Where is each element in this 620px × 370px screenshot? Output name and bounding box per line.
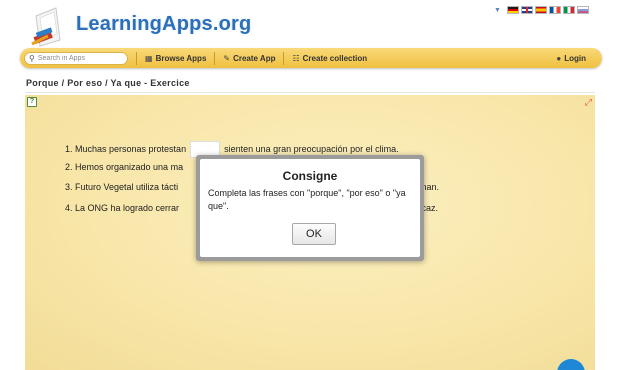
exercise-item-after: sienten una gran preocupación por el cli…	[224, 143, 399, 154]
search-box: ⚲	[24, 51, 128, 65]
logo-text: LearningApps.org	[76, 13, 252, 35]
chevron-down-icon[interactable]: ▼	[494, 7, 501, 14]
fullscreen-icon[interactable]: ⤢	[585, 97, 592, 108]
flag-fr-icon[interactable]	[548, 6, 561, 14]
ok-button[interactable]: OK	[292, 223, 336, 245]
create-app-label: Create App	[233, 53, 276, 63]
nav-divider	[136, 51, 137, 65]
flag-ru-icon[interactable]	[576, 6, 589, 14]
grid-icon: ▦	[145, 53, 153, 63]
page-title: Porque / Por eso / Ya que - Exercice	[26, 78, 190, 88]
language-switcher: ▼	[494, 6, 589, 14]
create-collection-label: Create collection	[302, 53, 368, 63]
help-icon[interactable]: ?	[27, 97, 37, 107]
exercise-item-before: 3. Futuro Vegetal utiliza tácti	[65, 182, 179, 192]
flag-en-icon[interactable]	[520, 6, 533, 14]
exercise-item: 2. Hemos organizado una ma .	[65, 162, 425, 172]
exercise-item-before: 2. Hemos organizado una ma	[65, 162, 184, 172]
navbar: ⚲ ▦ Browse Apps ✎ Create App ☷ Create co…	[20, 48, 602, 68]
nav-divider	[214, 51, 216, 65]
title-divider	[25, 92, 595, 93]
exercise-item: 3. Futuro Vegetal utiliza tácti ncionan.	[65, 182, 439, 192]
search-icon[interactable]: ⚲	[29, 54, 35, 63]
browse-apps-link[interactable]: ▦ Browse Apps	[145, 54, 206, 63]
login-link[interactable]: ● Login	[556, 54, 586, 63]
exercise-item-before: 1. Muchas personas protestan	[65, 143, 187, 154]
exercise-item: 4. La ONG ha logrado cerrar eficaz.	[65, 203, 438, 213]
collection-icon: ☷	[292, 53, 300, 63]
dialog-body: Consigne Completa las frases con "porque…	[200, 159, 420, 257]
nav-divider	[283, 51, 285, 65]
search-input[interactable]	[37, 54, 126, 62]
page: LearningApps.org ▼ ⚲ ▦ Browse Apps ✎ Cre…	[0, 0, 620, 370]
browse-apps-label: Browse Apps	[155, 53, 207, 63]
flag-es-icon[interactable]	[534, 6, 547, 14]
dialog-message: Completa las frases con "porque", "por e…	[208, 188, 406, 211]
pencil-icon: ✎	[223, 53, 231, 63]
flag-it-icon[interactable]	[562, 6, 575, 14]
create-collection-link[interactable]: ☷ Create collection	[292, 54, 367, 63]
dialog-title: Consigne	[282, 169, 338, 183]
create-app-link[interactable]: ✎ Create App	[223, 54, 275, 63]
logo[interactable]: LearningApps.org	[22, 0, 251, 50]
learningapps-logo-icon	[31, 7, 61, 47]
user-icon: ●	[556, 53, 562, 63]
instructions-dialog: Consigne Completa las frases con "porque…	[196, 155, 424, 261]
login-label: Login	[564, 53, 586, 63]
flag-de-icon[interactable]	[506, 6, 519, 14]
exercise-item-before: 4. La ONG ha logrado cerrar	[65, 203, 180, 213]
